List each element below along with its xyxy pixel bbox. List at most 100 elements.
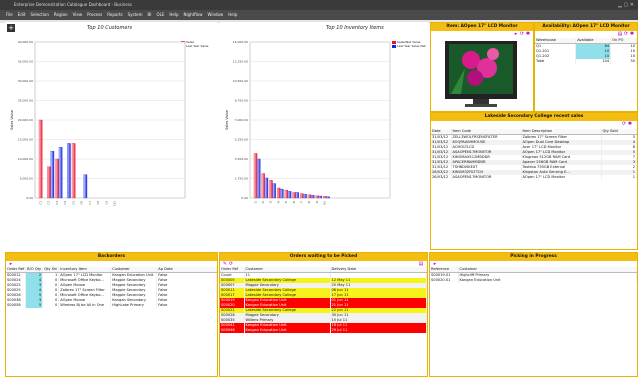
menu-item[interactable]: OLE <box>156 12 164 17</box>
backorders-header: Backorders <box>6 253 217 261</box>
bar[interactable] <box>307 194 312 199</box>
menu-item[interactable]: System <box>128 12 143 17</box>
menu-item[interactable]: Edit <box>18 12 26 17</box>
x-tick-label: C7 <box>88 201 92 205</box>
y-tick-label: 0.00 <box>241 196 248 200</box>
bar[interactable] <box>264 177 269 199</box>
table-cell: ASAOPEN17MONITOR <box>451 175 522 180</box>
bar[interactable] <box>284 190 289 199</box>
bar[interactable] <box>261 173 265 199</box>
y-tick-label: 14,000.00 <box>233 40 248 44</box>
bar[interactable] <box>292 192 296 199</box>
bar[interactable] <box>253 153 258 199</box>
table-cell: 104 <box>575 59 612 64</box>
table-cell: Total <box>535 59 577 64</box>
table-cell: S00058 <box>6 303 27 308</box>
availability-panel: Availability: AOpen 17" LCD Monitor ▤ ⟳ ✱ … <box>534 22 638 112</box>
picking-toolbar: ✎ ⟳ ▤ <box>220 261 427 267</box>
bar[interactable] <box>323 196 327 199</box>
settings-icon[interactable]: ✱ <box>629 31 635 37</box>
bar[interactable] <box>276 187 281 199</box>
y-tick-label: 10,000.00 <box>18 157 33 161</box>
bar[interactable] <box>315 195 319 199</box>
picking-table: Order Ref Customer Delivery Date Count 1… <box>220 267 427 333</box>
x-tick-label: I10 <box>323 201 327 205</box>
y-tick-label: 5,000.00 <box>20 177 33 181</box>
recent-sales-toolbar: ⟳ ✱ <box>431 121 637 129</box>
x-tick-label: I4 <box>276 201 280 204</box>
bar[interactable] <box>50 151 55 199</box>
picking-header: Orders waiting to be Picked <box>220 253 427 261</box>
bar[interactable] <box>71 143 76 199</box>
x-tick-label: C8 <box>96 201 100 205</box>
menu-item[interactable]: Help <box>228 12 237 17</box>
inprogress-panel: Picking in Progress ▸ Reference Customer… <box>429 252 638 377</box>
bar[interactable] <box>295 192 299 199</box>
refresh-icon[interactable]: ⟳ <box>228 261 234 267</box>
menu-item[interactable]: Window <box>208 12 224 17</box>
bar[interactable] <box>318 195 323 199</box>
bar[interactable] <box>326 196 330 199</box>
col-qty-shipped[interactable]: Qty Shi <box>42 267 60 273</box>
menu-item[interactable]: Region <box>54 12 68 17</box>
bar[interactable] <box>269 180 273 199</box>
table-row[interactable]: S00020.01 Kangan Education Unit <box>430 278 637 283</box>
menu-item[interactable]: Selection <box>30 12 48 17</box>
bar[interactable] <box>272 183 276 199</box>
bar[interactable] <box>257 158 261 199</box>
menu-item[interactable]: Process <box>87 12 102 17</box>
x-tick-label: I5 <box>284 201 288 204</box>
menu-item[interactable]: Reports <box>107 12 122 17</box>
x-tick-label: I7 <box>300 201 304 204</box>
y-tick-label: 3,500.00 <box>235 157 248 161</box>
table-row[interactable]: S00046 Kangan Education Unit 29 Jul 11 <box>220 328 427 333</box>
table-cell: Wireless Bj be All in One <box>58 303 112 308</box>
bar[interactable] <box>287 191 292 199</box>
table-cell: False <box>156 303 217 308</box>
bar[interactable] <box>55 158 59 199</box>
settings-icon[interactable]: ✱ <box>525 31 531 37</box>
menu-item[interactable]: Nightflow <box>184 12 203 17</box>
bar[interactable] <box>38 119 43 199</box>
col-order-ref[interactable]: Order Ref <box>6 267 27 273</box>
recent-sales-table: Date Item Code Item Description Qty Sold… <box>431 129 637 180</box>
menu-item[interactable]: Help <box>169 12 178 17</box>
x-tick-label: I2 <box>261 201 265 204</box>
settings-icon[interactable]: ✱ <box>627 121 633 127</box>
y-tick-label: 25,000.00 <box>18 99 33 103</box>
window-controls[interactable]: ▁ ▢ ✕ <box>618 2 634 8</box>
menu-item[interactable]: View <box>73 12 83 17</box>
customers-chart: 0.00 5,000.00 10,000.00 15,000.00 20,000.00 2… <box>10 40 186 206</box>
menu-item[interactable]: BI <box>148 12 152 17</box>
x-tick-label: C9 <box>104 201 108 205</box>
bar[interactable] <box>58 147 63 199</box>
table-cell: Kangan Education Unit <box>458 278 637 283</box>
table-row[interactable]: Total 104 30 <box>535 59 637 64</box>
table-cell: 5 <box>25 303 44 308</box>
table-cell: AOpen 17" LCD Monitor <box>521 175 602 180</box>
y-tick-label: 7,000.00 <box>235 118 248 122</box>
col-bo-qty[interactable]: B/O Qty <box>25 267 44 273</box>
x-tick-label: C6 <box>80 201 84 205</box>
bar[interactable] <box>280 188 284 199</box>
y-tick-label: 10,500.00 <box>233 79 248 83</box>
bar[interactable] <box>300 193 304 199</box>
bar[interactable] <box>47 166 51 199</box>
availability-table: Warehouse Available On PO Q1 64 10 Q1.201 10… <box>535 38 637 64</box>
app-window: Enterprise Demonstration Catalogue Dashb… <box>0 0 638 377</box>
table-row[interactable]: 26/03/12 ASAOPEN17MONITOR AOpen 17" LCD Mo… <box>431 175 637 180</box>
inprogress-table: Reference Customer S00019.01 Highcliff Pr… <box>430 267 637 283</box>
window-title: Enterprise Demonstration Catalogue Dashb… <box>14 2 132 7</box>
inventory-chart: 0.00 1,750.00 3,500.00 5,250.00 7,000.00 8,75… <box>225 40 391 205</box>
bar[interactable] <box>303 193 307 199</box>
bar[interactable] <box>310 195 315 199</box>
table-row[interactable]: S00058 5 0 Wireless Bj be All in One HighLak… <box>6 303 217 308</box>
bar[interactable] <box>67 143 71 199</box>
export-icon[interactable]: ▤ <box>418 261 424 267</box>
x-tick-label: I9 <box>315 201 319 204</box>
table-cell: 26/03/12 <box>431 175 452 180</box>
bar[interactable] <box>83 174 88 199</box>
menu-item[interactable]: File <box>6 12 13 17</box>
item-panel: Item: AOpen 17" LCD Monitor ▸ ⟳ ✱ <box>430 22 534 112</box>
recent-sales-header: Lakeside Secondary College recent sales <box>431 113 637 121</box>
